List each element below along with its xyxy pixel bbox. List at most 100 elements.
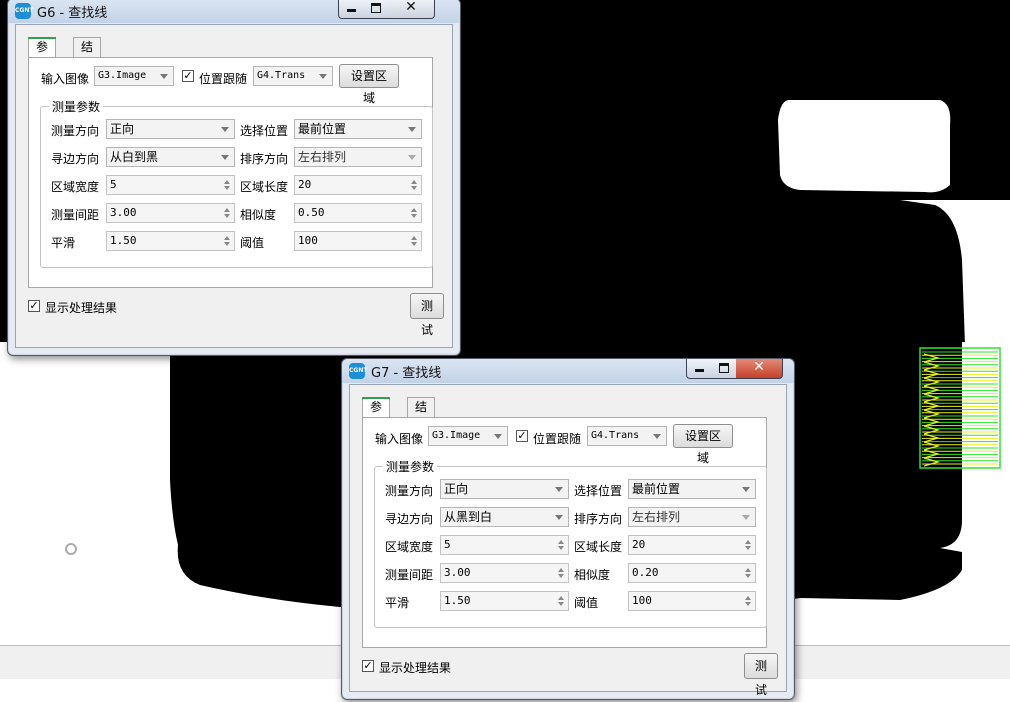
chevron-down-icon — [555, 487, 563, 492]
spin-down-icon[interactable] — [558, 574, 564, 578]
spin-up-icon[interactable] — [558, 596, 564, 600]
edge-direction-select[interactable]: 从黑到白 — [440, 507, 569, 527]
similarity-spinbox[interactable]: 0.20 — [628, 563, 756, 583]
chevron-down-icon — [494, 434, 502, 439]
similarity-label: 相似度 — [240, 208, 277, 222]
g6-dialog[interactable]: CGNT G6 - 查找线 ✕ 参数 结果 输入图像 G3.Image ✓ 位置… — [7, 0, 461, 356]
sort-direction-select[interactable]: 左右排列 — [628, 507, 756, 527]
spin-down-icon[interactable] — [745, 546, 751, 550]
test-button[interactable]: 测试 — [744, 653, 778, 697]
spin-down-icon[interactable] — [411, 242, 417, 246]
threshold-spinbox[interactable]: 100 — [628, 591, 756, 611]
spin-up-icon[interactable] — [558, 540, 564, 544]
chevron-down-icon — [742, 515, 750, 520]
region-width-spinbox[interactable]: 5 — [106, 175, 235, 195]
spin-down-icon[interactable] — [224, 186, 230, 190]
spin-down-icon[interactable] — [558, 546, 564, 550]
similarity-label: 相似度 — [574, 568, 611, 582]
region-length-value: 20 — [632, 538, 646, 551]
g7-client-area: 参数 结果 输入图像 G3.Image ✓ 位置跟随 G4.Trans 设置区域… — [349, 384, 787, 697]
spin-up-icon[interactable] — [411, 180, 417, 184]
object-right-edge — [900, 200, 1010, 345]
spin-down-icon[interactable] — [224, 242, 230, 246]
select-position-label: 选择位置 — [240, 124, 289, 138]
threshold-spinbox[interactable]: 100 — [294, 231, 422, 251]
position-follow-select[interactable]: G4.Trans — [587, 426, 667, 446]
show-result-checkbox[interactable]: ✓ — [362, 660, 374, 672]
spin-up-icon[interactable] — [224, 180, 230, 184]
select-position-value: 最前位置 — [632, 482, 681, 496]
spin-up-icon[interactable] — [411, 236, 417, 240]
position-follow-label: 位置跟随 — [533, 432, 582, 446]
smooth-spinbox[interactable]: 1.50 — [440, 591, 569, 611]
region-length-label: 区域长度 — [240, 180, 289, 194]
measure-direction-label: 测量方向 — [51, 124, 100, 138]
region-width-label: 区域宽度 — [385, 540, 434, 554]
spin-up-icon[interactable] — [745, 540, 751, 544]
spin-up-icon[interactable] — [558, 568, 564, 572]
close-icon: ✕ — [753, 359, 765, 375]
region-length-spinbox[interactable]: 20 — [628, 535, 756, 555]
spin-down-icon[interactable] — [745, 602, 751, 606]
g7-titlebar[interactable]: CGNT G7 - 查找线 ✕ — [342, 359, 794, 383]
close-button[interactable]: ✕ — [388, 0, 435, 19]
measure-direction-value: 正向 — [110, 122, 135, 136]
maximize-button[interactable] — [712, 359, 737, 379]
sort-direction-value: 左右排列 — [632, 510, 681, 524]
spin-down-icon[interactable] — [411, 186, 417, 190]
g7-window-title: G7 - 查找线 — [371, 366, 442, 381]
input-image-select[interactable]: G3.Image — [428, 426, 508, 446]
chevron-down-icon — [408, 127, 416, 132]
chevron-down-icon — [221, 155, 229, 160]
chevron-down-icon — [160, 74, 168, 79]
spin-down-icon[interactable] — [745, 574, 751, 578]
region-length-spinbox[interactable]: 20 — [294, 175, 422, 195]
tab-params[interactable]: 参数 — [362, 397, 391, 433]
test-button[interactable]: 测试 — [410, 293, 444, 337]
spin-down-icon[interactable] — [224, 214, 230, 218]
g7-dialog[interactable]: CGNT G7 - 查找线 ✕ 参数 结果 输入图像 G3.Image ✓ 位置… — [341, 358, 795, 700]
measure-params-group: 测量参数 测量方向 正向 选择位置 最前位置 寻边方向 从黑到白 排序方向 左右… — [374, 458, 767, 628]
sort-direction-select[interactable]: 左右排列 — [294, 147, 422, 167]
edge-direction-select[interactable]: 从白到黑 — [106, 147, 235, 167]
set-region-button[interactable]: 设置区域 — [339, 64, 399, 105]
show-result-checkbox[interactable]: ✓ — [28, 300, 40, 312]
set-region-button[interactable]: 设置区域 — [673, 424, 733, 465]
region-width-spinbox[interactable]: 5 — [440, 535, 569, 555]
position-follow-checkbox[interactable]: ✓ — [516, 430, 528, 442]
minimize-button[interactable] — [338, 0, 365, 19]
spin-up-icon[interactable] — [224, 208, 230, 212]
spin-down-icon[interactable] — [558, 602, 564, 606]
select-position-select[interactable]: 最前位置 — [294, 119, 422, 139]
spin-up-icon[interactable] — [224, 236, 230, 240]
spin-up-icon[interactable] — [745, 596, 751, 600]
spin-up-icon[interactable] — [745, 568, 751, 572]
measure-direction-select[interactable]: 正向 — [440, 479, 569, 499]
measure-spacing-spinbox[interactable]: 3.00 — [440, 563, 569, 583]
tab-results[interactable]: 结果 — [407, 397, 436, 433]
maximize-button[interactable] — [364, 0, 389, 19]
chevron-down-icon — [408, 155, 416, 160]
measure-spacing-spinbox[interactable]: 3.00 — [106, 203, 235, 223]
spin-up-icon[interactable] — [411, 208, 417, 212]
spin-down-icon[interactable] — [411, 214, 417, 218]
minimize-button[interactable] — [686, 359, 713, 379]
input-image-select[interactable]: G3.Image — [94, 66, 174, 86]
measure-direction-select[interactable]: 正向 — [106, 119, 235, 139]
measure-spacing-label: 测量间距 — [51, 208, 100, 222]
tab-results[interactable]: 结果 — [73, 37, 102, 73]
threshold-label: 阈值 — [240, 236, 265, 250]
smooth-label: 平滑 — [385, 596, 410, 610]
position-follow-label: 位置跟随 — [199, 72, 248, 86]
g6-window-title: G6 - 查找线 — [37, 6, 108, 21]
position-follow-select[interactable]: G4.Trans — [253, 66, 333, 86]
smooth-spinbox[interactable]: 1.50 — [106, 231, 235, 251]
position-follow-value: G4.Trans — [591, 430, 640, 441]
tab-params[interactable]: 参数 — [28, 37, 57, 73]
close-button[interactable]: ✕ — [736, 359, 783, 379]
select-position-select[interactable]: 最前位置 — [628, 479, 756, 499]
measure-direction-value: 正向 — [444, 482, 469, 496]
g6-titlebar[interactable]: CGNT G6 - 查找线 ✕ — [8, 0, 460, 23]
similarity-spinbox[interactable]: 0.50 — [294, 203, 422, 223]
position-follow-checkbox[interactable]: ✓ — [182, 70, 194, 82]
